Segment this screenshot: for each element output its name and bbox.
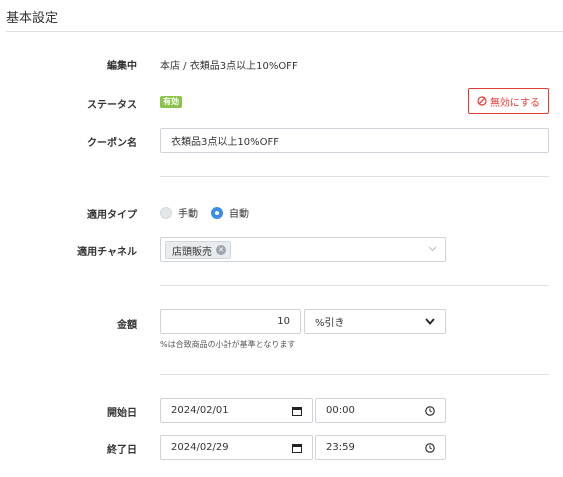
start-date-value: 2024/02/01: [171, 405, 229, 416]
divider: [160, 374, 549, 375]
status-label: ステータス: [87, 100, 137, 111]
amount-label: 金額: [117, 320, 137, 331]
discount-unit-value: %引き: [315, 318, 345, 329]
chevron-down-icon: [425, 318, 435, 325]
editing-label: 編集中: [107, 61, 137, 72]
channel-tag: 店頭販売 ✕: [165, 241, 231, 259]
editing-value: 本店 / 衣類品3点以上10%OFF: [160, 61, 298, 72]
channel-label: 適用チャネル: [77, 247, 137, 258]
disable-button-label: 無効にする: [489, 97, 541, 109]
title-divider: [6, 31, 563, 32]
apply-type-label: 適用タイプ: [87, 210, 137, 221]
section-title: 基本設定: [6, 11, 59, 26]
coupon-name-input[interactable]: 衣類品3点以上10%OFF: [160, 128, 549, 153]
end-date-input[interactable]: 2024/02/29: [160, 435, 313, 460]
disable-button[interactable]: 無効にする: [468, 88, 549, 114]
discount-unit-select[interactable]: %引き: [304, 309, 446, 334]
chevron-down-icon: [428, 246, 437, 252]
start-time-value: 00:00: [326, 405, 355, 416]
start-time-input[interactable]: 00:00: [315, 398, 446, 423]
clock-icon[interactable]: [425, 405, 435, 416]
divider: [160, 176, 549, 177]
calendar-icon[interactable]: [292, 406, 302, 416]
radio-manual-label: 手動: [178, 209, 198, 220]
amount-help-text: %は合致商品の小計が基準となります: [160, 340, 296, 349]
radio-circle: [160, 206, 172, 219]
clock-icon[interactable]: [425, 442, 435, 453]
amount-value: 10: [277, 316, 290, 327]
end-time-value: 23:59: [326, 442, 355, 453]
ban-icon: [477, 96, 487, 106]
channel-tag-label: 店頭販売: [172, 246, 212, 258]
end-date-value: 2024/02/29: [171, 442, 229, 453]
amount-input[interactable]: 10: [160, 309, 301, 334]
radio-circle-selected: [211, 206, 223, 219]
tag-remove-icon[interactable]: ✕: [216, 245, 226, 255]
radio-auto-label: 自動: [229, 209, 249, 220]
start-date-input[interactable]: 2024/02/01: [160, 398, 313, 423]
coupon-name-value: 衣類品3点以上10%OFF: [171, 137, 279, 148]
calendar-icon[interactable]: [292, 443, 302, 453]
divider: [160, 285, 549, 286]
coupon-name-label: クーポン名: [87, 138, 137, 149]
end-time-input[interactable]: 23:59: [315, 435, 446, 460]
start-label: 開始日: [107, 408, 137, 419]
end-label: 終了日: [107, 445, 137, 456]
radio-manual[interactable]: 手動: [160, 205, 198, 220]
status-badge: 有効: [160, 96, 182, 108]
radio-auto[interactable]: 自動: [211, 205, 249, 220]
